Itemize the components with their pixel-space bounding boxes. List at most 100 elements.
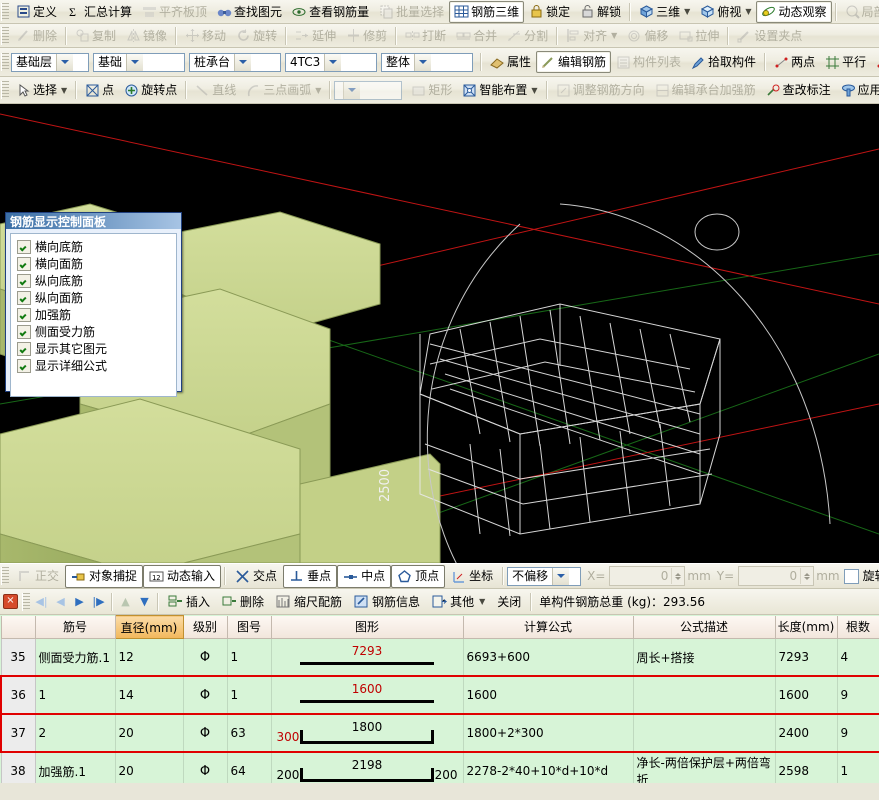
cell-diameter[interactable]: 14 — [114, 675, 184, 715]
toolbar-button-拾取构件[interactable]: 拾取构件 — [686, 51, 761, 73]
row-number[interactable]: 38 — [0, 751, 36, 783]
cell-description[interactable]: 净长-两倍保护层+两倍弯折 — [632, 751, 776, 783]
cell-count[interactable]: 9 — [836, 713, 879, 753]
cell-length[interactable]: 7293 — [774, 638, 838, 677]
cell-grade[interactable]: Φ — [182, 675, 228, 715]
snap-垂点[interactable]: 垂点 — [283, 564, 338, 588]
rebar-display-panel[interactable]: 钢筋显示控制面板 横向底筋 横向面筋 纵向底筋 纵向面筋 加强筋 侧面受力筋 显示其它图元显… — [5, 212, 182, 397]
nav-move-down-icon[interactable]: ▼ — [135, 592, 154, 611]
rebar-display-checkbox-4[interactable]: 加强筋 — [13, 306, 174, 323]
snap-交点[interactable]: 交点 — [229, 565, 283, 588]
cell-description[interactable]: 周长+搭接 — [632, 638, 776, 677]
cell-formula[interactable]: 1600 — [462, 675, 634, 715]
chevron-down-icon[interactable]: ▼ — [61, 86, 67, 95]
toolbar-button-查改标注[interactable]: 查改标注 — [761, 79, 836, 101]
chevron-down-icon[interactable] — [324, 53, 342, 71]
cell-grade[interactable]: Φ — [182, 713, 228, 753]
grid-button-插入[interactable]: 插入 — [162, 590, 216, 613]
cell-name[interactable]: 加强筋.1 — [34, 751, 116, 783]
rebar-display-checkbox-7[interactable]: 显示详细公式 — [13, 357, 174, 374]
rebar-display-checkbox-5[interactable]: 侧面受力筋 — [13, 323, 174, 340]
chevron-down-icon[interactable] — [552, 567, 570, 585]
nav-prev-record-icon[interactable]: ◀ — [51, 592, 70, 611]
cell-formula[interactable]: 2278-2*40+10*d+10*d — [462, 751, 634, 783]
combo-component[interactable]: 4TC3 — [285, 52, 377, 72]
toolbar-button-智能布置[interactable]: 智能布置 ▼ — [457, 79, 542, 101]
toolbar-grip[interactable] — [1, 26, 9, 45]
rebar-display-checkbox-2[interactable]: 纵向底筋 — [13, 272, 174, 289]
cell-diameter[interactable]: 20 — [114, 713, 184, 753]
toolbar-button-点角[interactable]: 点角▼ — [871, 51, 879, 73]
rebar-display-checkbox-0[interactable]: 横向底筋 — [13, 238, 174, 255]
combo-component-type[interactable]: 桩承台 — [189, 52, 281, 72]
toolbar-button-属性[interactable]: 属性 — [485, 51, 536, 73]
snap-坐标[interactable]: 坐标 — [445, 565, 499, 588]
cell-description[interactable] — [632, 713, 776, 753]
nav-move-up-icon[interactable]: ▲ — [116, 592, 135, 611]
chevron-down-icon[interactable]: ▼ — [745, 7, 751, 16]
status-toggle-对象捕捉[interactable]: 对象捕捉 — [65, 564, 144, 588]
toolbar-button-汇总计算[interactable]: Σ 汇总计算 — [62, 1, 137, 23]
grid-button-删除[interactable]: 删除 — [216, 590, 270, 613]
toolbar-button-平行[interactable]: 平行 — [820, 51, 871, 73]
chevron-down-icon[interactable]: ▼ — [315, 86, 321, 95]
nav-last-record-icon[interactable]: |▶ — [89, 592, 108, 611]
chevron-down-icon[interactable]: ▼ — [479, 597, 485, 606]
cell-formula[interactable]: 6693+600 — [462, 638, 634, 677]
cell-formula[interactable]: 1800+2*300 — [462, 713, 634, 753]
rebar-table-container[interactable]: 筋号直径(mm)级别图号图形计算公式公式描述长度(mm)根数搭 35侧面受力筋.… — [0, 615, 879, 783]
toolbar-button-定义[interactable]: 定义 — [11, 1, 62, 23]
cell-description[interactable] — [632, 675, 776, 715]
cell-name[interactable]: 侧面受力筋.1 — [34, 638, 116, 677]
cell-count[interactable]: 9 — [836, 675, 879, 715]
cell-name[interactable]: 2 — [34, 713, 116, 753]
checkbox-checked-icon[interactable] — [17, 256, 31, 271]
cell-length[interactable]: 2598 — [774, 751, 838, 783]
toolbar-grip[interactable] — [1, 53, 9, 71]
column-header-row[interactable] — [0, 615, 36, 639]
combo-offset-mode[interactable]: 不偏移 — [507, 566, 582, 586]
cell-grade[interactable]: Φ — [182, 638, 228, 677]
cell-diameter[interactable]: 20 — [114, 751, 184, 783]
grid-button-其他[interactable]: 其他 ▼ — [426, 590, 491, 613]
row-number[interactable]: 37 — [0, 713, 36, 753]
cell-length[interactable]: 2400 — [774, 713, 838, 753]
rotate-checkbox[interactable] — [843, 568, 859, 584]
checkbox-checked-icon[interactable] — [17, 290, 31, 305]
checkbox-checked-icon[interactable] — [17, 273, 31, 288]
toolbar-button-查找图元[interactable]: 查找图元 — [212, 1, 287, 23]
toolbar-button-旋转点[interactable]: 旋转点 — [119, 79, 182, 101]
table-row[interactable]: 38 加强筋.1 20 Φ 64 2198 200 200 2278-2*40+10*d+10*… — [0, 751, 879, 783]
nav-first-record-icon[interactable]: ◀| — [32, 592, 51, 611]
rebar-display-checkbox-6[interactable]: 显示其它图元 — [13, 340, 174, 357]
chevron-down-icon[interactable] — [234, 53, 252, 71]
cell-figure_no[interactable]: 1 — [226, 638, 272, 677]
toolbar-button-两点[interactable]: 两点 — [769, 51, 820, 73]
column-header-length[interactable]: 长度(mm) — [774, 615, 838, 639]
checkbox-checked-icon[interactable] — [17, 324, 31, 339]
cell-name[interactable]: 1 — [34, 675, 116, 715]
grid-button-缩尺配筋[interactable]: 缩尺配筋 — [270, 590, 348, 613]
chevron-down-icon[interactable] — [126, 53, 144, 71]
toolbar-button-选择[interactable]: 选择 ▼ — [11, 79, 72, 101]
row-number[interactable]: 36 — [0, 675, 36, 715]
toolbar-button-查看钢筋量[interactable]: 查看钢筋量 — [287, 1, 374, 23]
toolbar-grip[interactable] — [1, 567, 9, 585]
snap-中点[interactable]: 中点 — [337, 564, 392, 588]
column-header-count[interactable]: 根数 — [836, 615, 879, 639]
toolbar-button-钢筋三维[interactable]: 钢筋三维 — [449, 0, 525, 23]
cell-figure_no[interactable]: 64 — [226, 751, 272, 783]
3d-viewport[interactable]: 2500 3600 Z X 面层加强筋三维不显示，在表格中查看 钢筋显示控制面板… — [0, 104, 879, 563]
chevron-down-icon[interactable] — [414, 53, 432, 71]
toolbar-button-应用到同[interactable]: 应用到同 — [836, 79, 879, 101]
grid-button-钢筋信息[interactable]: 钢筋信息 — [348, 590, 426, 613]
checkbox-checked-icon[interactable] — [17, 358, 31, 373]
rebar-display-checkbox-3[interactable]: 纵向面筋 — [13, 289, 174, 306]
cell-figure_no[interactable]: 1 — [226, 675, 272, 715]
column-header-name[interactable]: 筋号 — [34, 615, 116, 639]
column-header-shape[interactable]: 图形 — [270, 615, 464, 639]
row-number[interactable]: 35 — [0, 638, 36, 677]
toolbar-button-解锁[interactable]: 解锁 — [575, 1, 626, 23]
toolbar-button-动态观察[interactable]: 动态观察 — [756, 0, 832, 23]
toolbar-button-俯视[interactable]: 俯视 ▼ — [695, 1, 756, 23]
